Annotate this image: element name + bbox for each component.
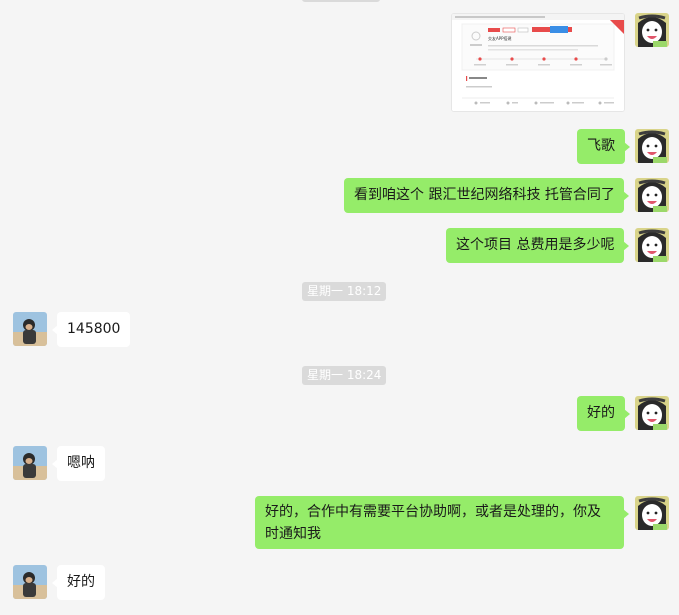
shared-screenshot-image[interactable]: 交友APP搭建	[451, 13, 625, 112]
my-avatar[interactable]	[635, 396, 669, 430]
contact-avatar[interactable]	[13, 565, 47, 599]
screenshot-thumbnail-drawing: 交友APP搭建	[452, 14, 624, 111]
cartoon-girl-avatar-icon	[635, 13, 669, 47]
message-text: 飞歌	[587, 138, 615, 154]
cartoon-girl-avatar-icon	[635, 178, 669, 212]
beach-person-avatar-icon	[13, 312, 47, 346]
top-edge-timestamp	[302, 0, 380, 2]
beach-person-avatar-icon	[13, 565, 47, 599]
cartoon-girl-avatar-icon	[635, 228, 669, 262]
message-text: 看到咱这个 跟汇世纪网络科技 托管合同了	[354, 187, 615, 203]
message-bubble-incoming[interactable]: 嗯呐	[52, 446, 105, 481]
message-text: 好的	[67, 574, 95, 590]
timestamp: 星期一 18:12	[302, 282, 387, 301]
message-text: 好的	[587, 405, 615, 421]
contact-avatar[interactable]	[13, 312, 47, 346]
message-bubble-outgoing[interactable]: 好的，合作中有需要平台协助啊，或者是处理的，你及时通知我	[255, 496, 629, 549]
message-bubble-incoming[interactable]: 好的	[52, 565, 105, 600]
beach-person-avatar-icon	[13, 446, 47, 480]
thumbnail-project-name: 交友APP搭建	[488, 35, 512, 41]
my-avatar[interactable]	[635, 129, 669, 163]
message-bubble-outgoing[interactable]: 好的	[577, 396, 630, 431]
message-bubble-outgoing[interactable]: 飞歌	[577, 129, 630, 164]
message-text: 好的，合作中有需要平台协助啊，或者是处理的，你及时通知我	[265, 504, 601, 542]
my-avatar[interactable]	[635, 13, 669, 47]
cartoon-girl-avatar-icon	[635, 129, 669, 163]
message-text: 这个项目 总费用是多少呢	[456, 237, 615, 253]
message-bubble-incoming[interactable]: 145800	[51, 312, 131, 347]
message-bubble-outgoing[interactable]: 看到咱这个 跟汇世纪网络科技 托管合同了	[344, 178, 629, 213]
message-text: 嗯呐	[67, 455, 95, 471]
message-bubble-outgoing[interactable]: 这个项目 总费用是多少呢	[446, 228, 629, 263]
my-avatar[interactable]	[635, 496, 669, 530]
my-avatar[interactable]	[635, 228, 669, 262]
contact-avatar[interactable]	[13, 446, 47, 480]
message-text: 145800	[67, 321, 121, 337]
timestamp: 星期一 18:24	[302, 366, 387, 385]
my-avatar[interactable]	[635, 178, 669, 212]
cartoon-girl-avatar-icon	[635, 396, 669, 430]
cartoon-girl-avatar-icon	[635, 496, 669, 530]
